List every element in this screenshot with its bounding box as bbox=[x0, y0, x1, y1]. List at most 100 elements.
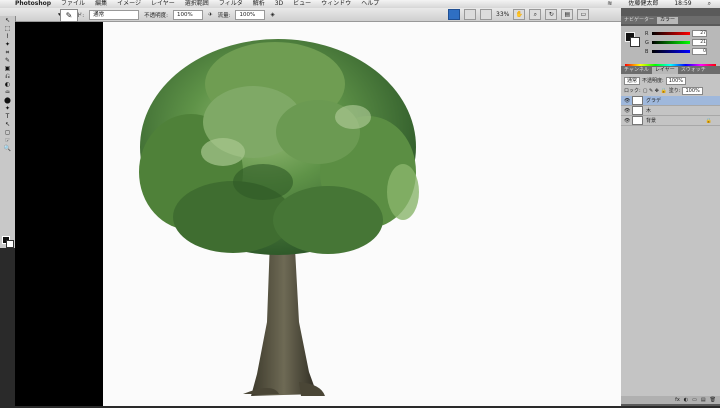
layer-name[interactable]: 木 bbox=[646, 107, 651, 114]
history-brush-tool-icon[interactable]: ⎌ bbox=[1, 73, 14, 80]
clone-stamp-tool-icon[interactable]: ▣ bbox=[1, 65, 14, 72]
layer-opacity-label: 不透明度: bbox=[642, 78, 664, 84]
blue-label: B bbox=[645, 48, 649, 55]
menu-analysis[interactable]: 解析 bbox=[248, 0, 270, 8]
fx-icon[interactable]: fx bbox=[675, 397, 680, 403]
dodge-tool-icon[interactable]: ⬤ bbox=[1, 97, 14, 104]
brush-preset-icon[interactable]: ✎ bbox=[60, 9, 78, 22]
blue-slider[interactable] bbox=[652, 50, 690, 53]
document-canvas[interactable] bbox=[103, 22, 621, 406]
new-group-icon[interactable]: ▭ bbox=[692, 397, 697, 403]
layer-thumbnail bbox=[632, 116, 643, 125]
blue-slider-row: B 0 bbox=[645, 48, 717, 55]
tree-painting bbox=[139, 39, 419, 396]
status-area: ≋ 佐藤健太郎 18:59 ⌕ bbox=[597, 0, 720, 8]
menu-file[interactable]: ファイル bbox=[56, 0, 90, 8]
brush-tool-icon[interactable]: ✎ bbox=[1, 57, 14, 64]
rotate-view-icon[interactable]: ↻ bbox=[545, 9, 558, 20]
tab-layers[interactable]: レイヤー bbox=[651, 67, 678, 74]
mini-bridge-icon[interactable] bbox=[464, 9, 476, 20]
fill-label: 塗り: bbox=[668, 88, 681, 94]
zoom-level[interactable]: 33% bbox=[496, 11, 509, 18]
spotlight-icon[interactable]: ⌕ bbox=[703, 0, 716, 8]
user-name[interactable]: 佐藤健太郎 bbox=[623, 0, 663, 8]
layer-row[interactable]: 👁 背景 🔒 bbox=[621, 116, 720, 126]
red-slider[interactable] bbox=[652, 32, 690, 35]
application-bar: 33% ✋ ⌕ ↻ ▤ ▭ bbox=[444, 8, 622, 22]
hand-tool-icon[interactable]: ☞ bbox=[1, 137, 14, 144]
pen-tool-icon[interactable]: ✦ bbox=[1, 105, 14, 112]
screen-mode-icon[interactable]: ▭ bbox=[577, 9, 590, 20]
layer-opacity-field[interactable]: 100% bbox=[665, 76, 686, 85]
lock-icon[interactable]: ▢ ✎ ✥ 🔒 bbox=[643, 88, 667, 94]
type-tool-icon[interactable]: T bbox=[1, 113, 14, 120]
tools-panel: ↖ ⬚ ⌇ ✦ ⌗ ✎ ▣ ⎌ ◐ ♒ ⬤ ✦ T ↖ ◻ ☞ 🔍 bbox=[0, 16, 16, 248]
tab-swatches[interactable]: スウォッチ bbox=[678, 67, 709, 74]
crop-tool-icon[interactable]: ⌗ bbox=[1, 49, 14, 56]
zoom-tool-icon[interactable]: 🔍 bbox=[1, 145, 14, 152]
clock[interactable]: 18:59 bbox=[669, 0, 696, 8]
color-panel-background[interactable] bbox=[630, 37, 640, 47]
flow-select[interactable]: 100% bbox=[235, 9, 266, 20]
layer-name[interactable]: グラデ bbox=[646, 97, 661, 104]
airbrush-icon[interactable]: ✈ bbox=[208, 12, 213, 18]
layer-thumbnail bbox=[632, 96, 643, 105]
menu-view[interactable]: ビュー bbox=[288, 0, 316, 8]
opacity-label: 不透明度: bbox=[144, 12, 168, 19]
move-tool-icon[interactable]: ↖ bbox=[1, 17, 14, 24]
eraser-tool-icon[interactable]: ◐ bbox=[1, 81, 14, 88]
eye-icon[interactable]: 👁 bbox=[624, 98, 630, 104]
quick-select-tool-icon[interactable]: ✦ bbox=[1, 41, 14, 48]
opacity-select[interactable]: 100% bbox=[172, 9, 203, 20]
red-value[interactable]: 27 bbox=[692, 30, 707, 37]
eye-icon[interactable]: 👁 bbox=[624, 118, 630, 124]
menu-filter[interactable]: フィルタ bbox=[214, 0, 248, 8]
eye-icon[interactable]: 👁 bbox=[624, 108, 630, 114]
new-layer-icon[interactable]: ▤ bbox=[701, 397, 706, 403]
layer-name[interactable]: 背景 bbox=[646, 117, 656, 124]
app-menu[interactable]: Photoshop bbox=[10, 0, 56, 8]
layer-thumbnail bbox=[632, 106, 643, 115]
menu-help[interactable]: ヘルプ bbox=[356, 0, 384, 8]
flow-label: 流量: bbox=[217, 12, 231, 19]
layer-row[interactable]: 👁 グラデ bbox=[621, 96, 720, 106]
green-slider[interactable] bbox=[652, 41, 690, 44]
canvas-pasteboard[interactable] bbox=[15, 22, 103, 406]
menu-image[interactable]: イメージ bbox=[112, 0, 146, 8]
layer-lock-row: ロック: ▢ ✎ ✥ 🔒 塗り: 100% bbox=[621, 86, 720, 95]
tab-channels[interactable]: チャンネル bbox=[621, 67, 652, 74]
bridge-icon[interactable] bbox=[448, 9, 460, 20]
menu-select[interactable]: 選択範囲 bbox=[180, 0, 214, 8]
menu-window[interactable]: ウィンドウ bbox=[316, 0, 356, 8]
panel-dock: ナビゲーター カラー R 27 G 21 B 0 チャンネル レイヤー スウォッ… bbox=[621, 8, 720, 406]
shape-tool-icon[interactable]: ◻ bbox=[1, 129, 14, 136]
blend-mode-select[interactable]: 通常 bbox=[624, 76, 641, 85]
trash-icon[interactable]: 🗑 bbox=[710, 397, 716, 403]
path-select-tool-icon[interactable]: ↖ bbox=[1, 121, 14, 128]
menu-layer[interactable]: レイヤー bbox=[146, 0, 180, 8]
arrange-documents-icon[interactable]: ▤ bbox=[561, 9, 574, 20]
blue-value[interactable]: 0 bbox=[692, 48, 707, 55]
zoom-tool-icon[interactable]: ⌕ bbox=[529, 9, 542, 20]
menu-edit[interactable]: 編集 bbox=[90, 0, 112, 8]
color-panel-tabs: ナビゲーター カラー bbox=[621, 16, 720, 24]
layer-fill-field[interactable]: 100% bbox=[682, 86, 703, 95]
green-value[interactable]: 21 bbox=[692, 39, 707, 46]
adjustment-icon[interactable]: ◐ bbox=[684, 397, 688, 403]
tablet-pressure-icon[interactable]: ◈ bbox=[270, 12, 274, 18]
red-slider-row: R 27 bbox=[645, 30, 717, 37]
hand-tool-icon[interactable]: ✋ bbox=[513, 9, 526, 20]
mode-select[interactable]: 通常 bbox=[89, 9, 140, 20]
layers-panel: 通常 不透明度: 100% ロック: ▢ ✎ ✥ 🔒 塗り: 100% 👁 グラ… bbox=[621, 74, 720, 404]
menu-3d[interactable]: 3D bbox=[270, 0, 288, 8]
tab-navigator[interactable]: ナビゲーター bbox=[621, 17, 657, 24]
background-color-swatch[interactable] bbox=[6, 240, 14, 248]
tab-color[interactable]: カラー bbox=[657, 17, 679, 24]
layer-row[interactable]: 👁 木 bbox=[621, 106, 720, 116]
view-extras-icon[interactable] bbox=[480, 9, 492, 20]
marquee-tool-icon[interactable]: ⬚ bbox=[1, 25, 14, 32]
gradient-tool-icon[interactable]: ♒ bbox=[1, 89, 14, 96]
wifi-icon[interactable]: ≋ bbox=[602, 0, 617, 8]
lasso-tool-icon[interactable]: ⌇ bbox=[1, 33, 14, 40]
red-label: R bbox=[645, 30, 649, 37]
